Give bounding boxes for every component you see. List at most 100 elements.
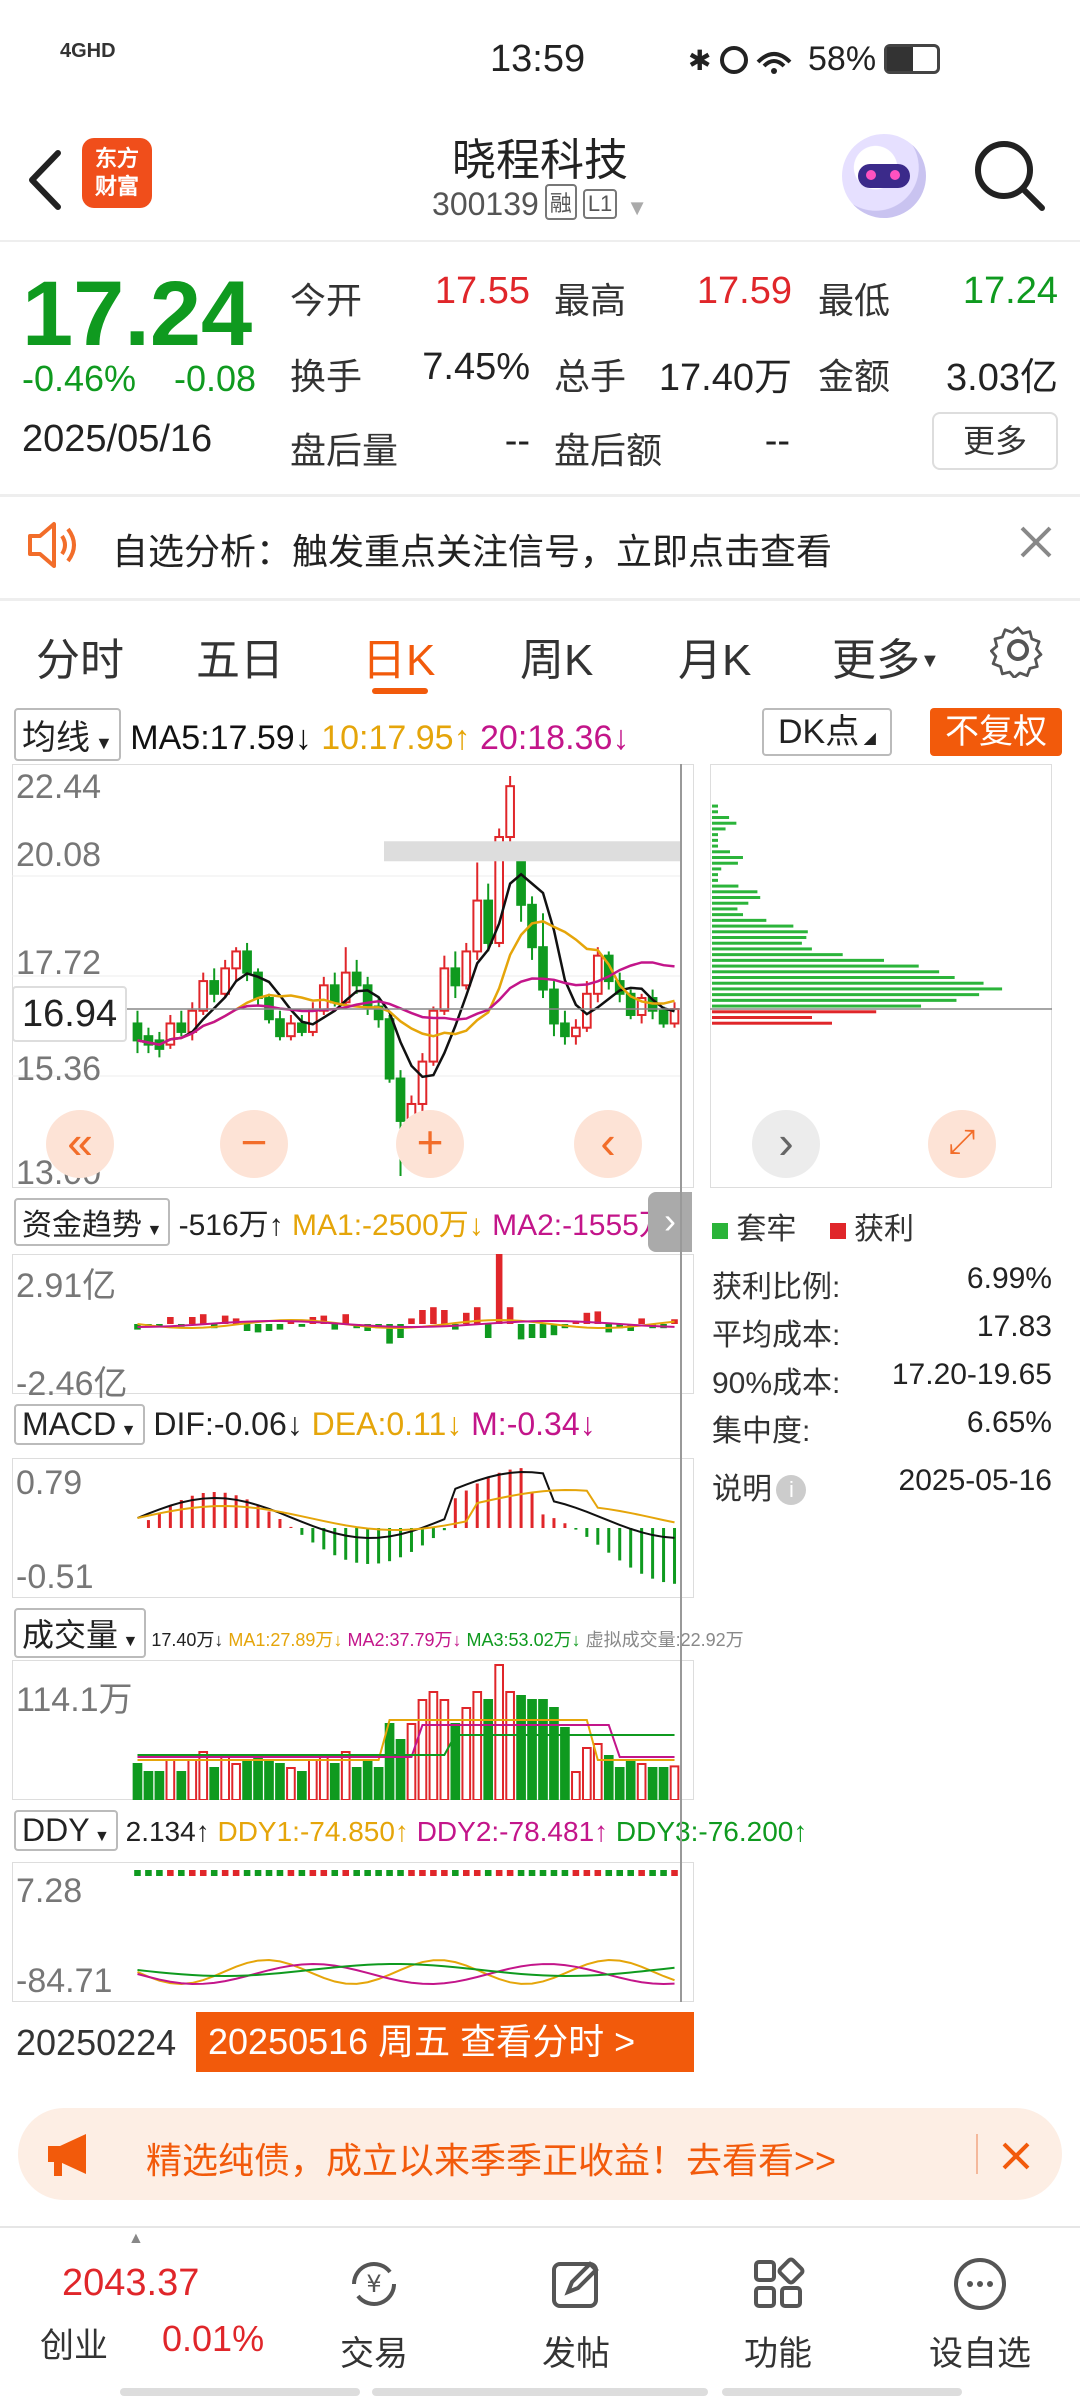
gear-icon[interactable] [990,622,1046,678]
chip-stat-label: 获利比例: [712,1271,841,1304]
volume-bar [187,1759,198,1800]
candle-body [592,954,603,995]
alert-text: 自选分析：触发重点关注信号，立即点击查看 [112,531,833,572]
ddy-bar [495,1870,503,1876]
chip-bar [712,998,957,1002]
caret-up-icon: ▲ [128,2230,144,2247]
volume-bar [395,1739,406,1800]
volume-bar [220,1755,230,1800]
chip-bar [712,976,955,979]
macd-selector[interactable]: MACD ▼ [14,1404,145,1445]
scroll-right-button[interactable]: › [752,1110,820,1178]
arrow-up-icon: ↑ [394,1816,409,1847]
view-intraday-button[interactable]: 20250516 周五 查看分时 > [196,2012,694,2072]
candle-body [538,946,548,991]
chip-bar [712,873,718,877]
ma20-value: 20:18.36 [480,719,613,757]
scroll-left-fast-button[interactable]: « [46,1110,114,1178]
volume-bar [560,1727,570,1800]
macd-m: M:-0.34 [471,1406,580,1442]
tab-intraday[interactable]: 分时 [36,624,124,688]
index-ticker[interactable]: ▲ 2043.37 创业 0.01% [0,2228,270,2378]
promo-banner[interactable]: 精选纯债，成立以来季季正收益！去看看>> [18,2108,1062,2200]
tab-five-day[interactable]: 五日 [196,624,284,688]
volume-bar [231,1763,241,1800]
volume-bar [406,1723,417,1800]
fund-trend-y-bottom: -2.46亿 [16,1365,128,1403]
change-amount: -0.08 [174,358,257,399]
nav-post-label: 发帖 [542,2335,610,2373]
ddy-bar [254,1870,262,1876]
chip-stat-row: 集中度: 6.65% [712,1406,1052,1454]
battery-level: 58% [808,40,877,78]
candle-body [483,899,494,944]
indicator-bar [408,1318,415,1324]
ddy-bar [441,1870,448,1876]
close-icon[interactable] [1012,518,1060,566]
y-axis-label: 17.72 [16,944,102,982]
status-bar: 4GHD 13:59 ✱ 58% [0,0,1080,120]
volume-bar [176,1771,187,1800]
tab-more[interactable]: 更多▼ [832,624,940,688]
nav-trade[interactable]: ¥ 交易 [274,2228,474,2375]
chip-note-row[interactable]: 说明 i 2025-05-16 [712,1464,1052,1512]
tab-monthly-k[interactable]: 月K [678,624,751,688]
assistant-robot-icon[interactable] [842,134,926,218]
ma-selector[interactable]: 均线 ▼ [14,708,121,761]
nav-add-watchlist[interactable]: 设自选 [880,2228,1080,2375]
fund-trend-selector[interactable]: 资金趋势 ▼ [14,1198,171,1246]
dk-point-selector[interactable]: DK点 ◢ [762,708,892,756]
ddy-bar [517,1870,525,1876]
chip-bar [712,1021,832,1025]
ddy-bar [649,1870,656,1876]
svg-text:✱: ✱ [688,44,711,76]
indicator-bar [276,1324,284,1330]
arrow-down-icon: ↓ [446,1406,463,1442]
nav-post[interactable]: 发帖 [476,2228,676,2375]
volume-bar [625,1759,636,1800]
close-icon[interactable] [988,2128,1044,2184]
ddy-bar [156,1870,163,1876]
stock-code: 300139 [432,186,539,222]
candle-body [231,950,241,970]
ddy-selector[interactable]: DDY ▼ [14,1810,118,1851]
status-time: 13:59 [490,38,586,80]
tab-daily-k[interactable]: 日K [362,624,435,688]
tab-weekly-k[interactable]: 周K [520,624,593,688]
crosshair-price-tag: 16.94 [12,986,128,1042]
chip-bar [712,964,919,968]
watchlist-alert-banner[interactable]: 自选分析：触发重点关注信号，立即点击查看 [0,496,1080,600]
ddy-bar [134,1870,141,1876]
current-price: 17.24 [22,263,253,365]
volume-bar [647,1767,658,1800]
chip-bar [712,1010,877,1014]
chip-bar [712,981,984,985]
zoom-out-button[interactable]: − [220,1110,288,1178]
index-change: 0.01% [162,2318,265,2359]
chip-bar [712,821,737,825]
ddy-bar [221,1870,229,1876]
expand-panel-arrow-icon[interactable]: › [648,1192,692,1252]
macd-y-top: 0.79 [16,1464,83,1502]
expand-icon[interactable]: ⤢ [928,1110,996,1178]
ddy-bar [539,1870,547,1876]
chip-bar [712,970,940,974]
more-quote-button[interactable]: 更多 [932,412,1058,470]
volume-selector[interactable]: 成交量 ▼ [14,1608,147,1658]
candle-body [571,1026,581,1038]
indicator-bar [199,1314,207,1324]
adjust-mode-button[interactable]: 不复权 [930,708,1062,756]
nav-functions[interactable]: 功能 [678,2228,878,2375]
indicator-bar [430,1307,437,1324]
turnover-label: 换手 [290,356,363,397]
period-tabs: 分时 五日 日K 周K 月K 更多▼ [0,600,1080,700]
macd-dea: DEA:0.11 [311,1406,447,1442]
search-icon[interactable] [970,136,1050,216]
scroll-left-button[interactable]: ‹ [574,1110,642,1178]
virtual-volume: 虚拟成交量:22.92万 [585,1630,744,1650]
ddy-bar [616,1870,624,1876]
zoom-in-button[interactable]: + [396,1110,464,1178]
indicator-bar [254,1324,262,1333]
candle-body [242,950,252,974]
volume-value: 17.40万 [658,357,792,399]
